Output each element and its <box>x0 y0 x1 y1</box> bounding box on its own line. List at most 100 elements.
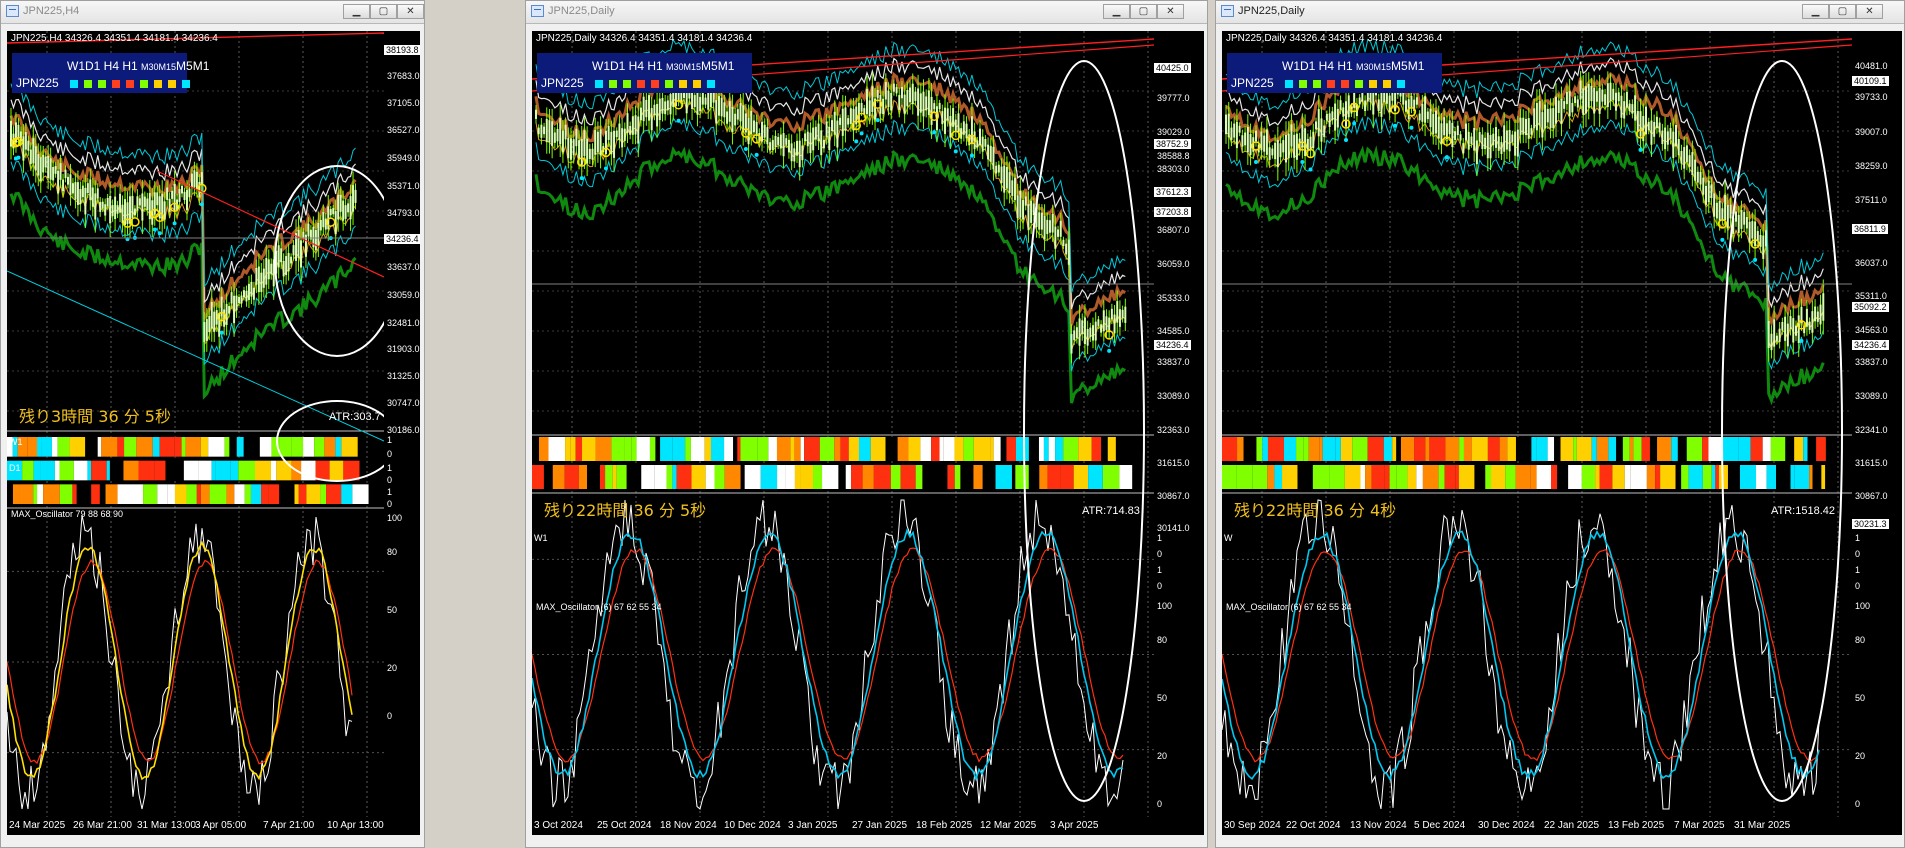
maximize-button[interactable]: ▢ <box>370 4 397 19</box>
candle-body <box>1478 132 1481 142</box>
candle-body <box>1707 180 1710 203</box>
axis-tick: 33637.0 <box>387 262 420 272</box>
window-titlebar[interactable]: JPN225,H4 ▁ ▢ ✕ <box>1 1 424 24</box>
candle-body <box>1767 321 1770 349</box>
minimize-button[interactable]: ▁ <box>343 4 370 19</box>
candle-body <box>828 126 831 151</box>
close-button[interactable]: ✕ <box>397 4 424 19</box>
candle-body <box>1519 117 1522 135</box>
axis-tick: 1 <box>1157 565 1163 575</box>
axis-tick: 37203.8 <box>1154 207 1191 217</box>
candle-body <box>114 196 117 220</box>
time-axis[interactable]: 30 Sep 2024 22 Oct 2024 13 Nov 2024 5 De… <box>1222 817 1902 835</box>
status-bar-segment <box>1367 437 1384 461</box>
candle-body <box>1260 131 1263 151</box>
candle-body <box>1116 301 1119 323</box>
status-bar-segment <box>1770 437 1786 461</box>
maximize-button[interactable]: ▢ <box>1130 4 1157 19</box>
axis-tick: 100 <box>1855 601 1871 611</box>
candle-body <box>1759 234 1762 247</box>
price-axis[interactable]: 40425.0 39777.0 39029.0 38752.9 38588.8 … <box>1154 31 1204 831</box>
status-bar-segment <box>676 465 692 489</box>
candle-body <box>1486 132 1489 159</box>
candle-body <box>949 116 952 138</box>
window-titlebar[interactable]: JPN225,Daily ▁ ▢ ✕ <box>526 1 1207 24</box>
chart-area[interactable]: JPN225,H4 34326.4 34351.4 34181.4 34236.… <box>7 31 384 831</box>
status-bar-segment <box>1702 465 1712 489</box>
status-bar-segment <box>279 437 292 457</box>
status-bar-segment <box>1222 437 1238 461</box>
axis-tick: 36059.0 <box>1157 259 1190 269</box>
candle-body <box>104 204 107 216</box>
status-bar-segment <box>1677 437 1687 461</box>
candle-body <box>804 133 807 142</box>
candle-body <box>1675 124 1677 147</box>
time-axis[interactable]: 3 Oct 2024 25 Oct 2024 18 Nov 2024 10 De… <box>532 817 1204 835</box>
status-bar-segment <box>85 437 98 457</box>
status-bar-segment <box>1371 465 1385 489</box>
candle-body <box>1325 113 1328 121</box>
signal-dot <box>743 146 748 151</box>
maximize-button[interactable]: ▢ <box>1829 4 1856 19</box>
status-bar-segment <box>776 437 791 461</box>
candle-body <box>588 148 591 159</box>
candle-body <box>1666 131 1669 145</box>
minimize-button[interactable]: ▁ <box>1103 4 1130 19</box>
status-bar-segment <box>1624 465 1631 489</box>
candle-body <box>1249 133 1252 155</box>
candle-body <box>876 89 879 99</box>
candle-body <box>561 130 564 153</box>
date-label: 3 Oct 2024 <box>534 820 583 831</box>
signal-dot <box>754 152 759 157</box>
close-button[interactable]: ✕ <box>1157 4 1184 19</box>
status-bar-segment <box>655 437 661 461</box>
price-axis[interactable]: 40481.0 40109.1 39733.0 39007.0 38259.0 … <box>1852 31 1902 831</box>
status-bar-segment <box>1762 437 1771 461</box>
status-bar-segment <box>1335 437 1341 461</box>
status-bar-segment <box>250 484 262 504</box>
candle-body <box>906 89 909 107</box>
candle-body <box>1773 319 1776 347</box>
candle-body <box>957 113 960 133</box>
status-bar-segment <box>1809 465 1813 489</box>
axis-tick: 1 <box>387 463 393 473</box>
chart-area[interactable]: JPN225,Daily 34326.4 34351.4 34181.4 342… <box>532 31 1154 831</box>
candle-body <box>553 132 556 143</box>
status-bar-segment <box>840 437 849 461</box>
oscillator-line-main <box>1222 529 1820 782</box>
minimize-button[interactable]: ▁ <box>1802 4 1829 19</box>
signal-dot <box>1393 123 1398 128</box>
candle-body <box>32 138 35 164</box>
candle-body <box>1762 235 1765 259</box>
window-titlebar[interactable]: JPN225,Daily ▁ ▢ ✕ <box>1216 1 1904 24</box>
current-price-tick: 34236.4 <box>1852 340 1889 350</box>
candle-body <box>653 104 656 116</box>
status-bar-segment <box>198 460 212 481</box>
candle-body <box>1475 140 1478 165</box>
chart-window-jpn225-h4[interactable]: JPN225,H4 ▁ ▢ ✕ JPN225,H4 34326.4 34351.… <box>0 0 425 848</box>
candle-body <box>1653 121 1656 137</box>
candle-body <box>54 166 57 174</box>
price-axis[interactable]: 38193.8 37683.0 37105.0 36527.0 35949.0 … <box>384 31 420 831</box>
status-bar-segment <box>794 465 801 489</box>
candle-body <box>1083 317 1086 345</box>
candle-body <box>1661 130 1664 145</box>
candle-body <box>1713 193 1716 217</box>
time-axis[interactable]: 24 Mar 2025 26 Mar 21:00 31 Mar 13:00 3 … <box>7 817 420 835</box>
close-button[interactable]: ✕ <box>1856 4 1883 19</box>
status-bar-segment <box>37 484 44 504</box>
candle-body <box>1065 243 1068 255</box>
chart-window-jpn225-daily-1[interactable]: JPN225,Daily ▁ ▢ ✕ JPN225,Daily 34326.4 … <box>525 0 1208 848</box>
timeframe-labels: W1D1 H4 H1 M30M15M5M1 <box>592 59 734 73</box>
band-upper-cyan <box>535 116 1126 372</box>
candle-body <box>255 267 258 285</box>
candle-body <box>1086 329 1089 346</box>
timeframe-status-square <box>693 80 701 88</box>
chart-area[interactable]: JPN225,Daily 34326.4 34351.4 34181.4 342… <box>1222 31 1852 831</box>
status-bar-segment <box>143 484 158 504</box>
status-bar-segment <box>1308 437 1320 461</box>
chart-window-jpn225-daily-2[interactable]: JPN225,Daily ▁ ▢ ✕ JPN225,Daily 34326.4 … <box>1215 0 1905 848</box>
status-bar-segment <box>1063 437 1079 461</box>
signal-dot <box>579 176 584 181</box>
status-bar-segment <box>157 484 168 504</box>
